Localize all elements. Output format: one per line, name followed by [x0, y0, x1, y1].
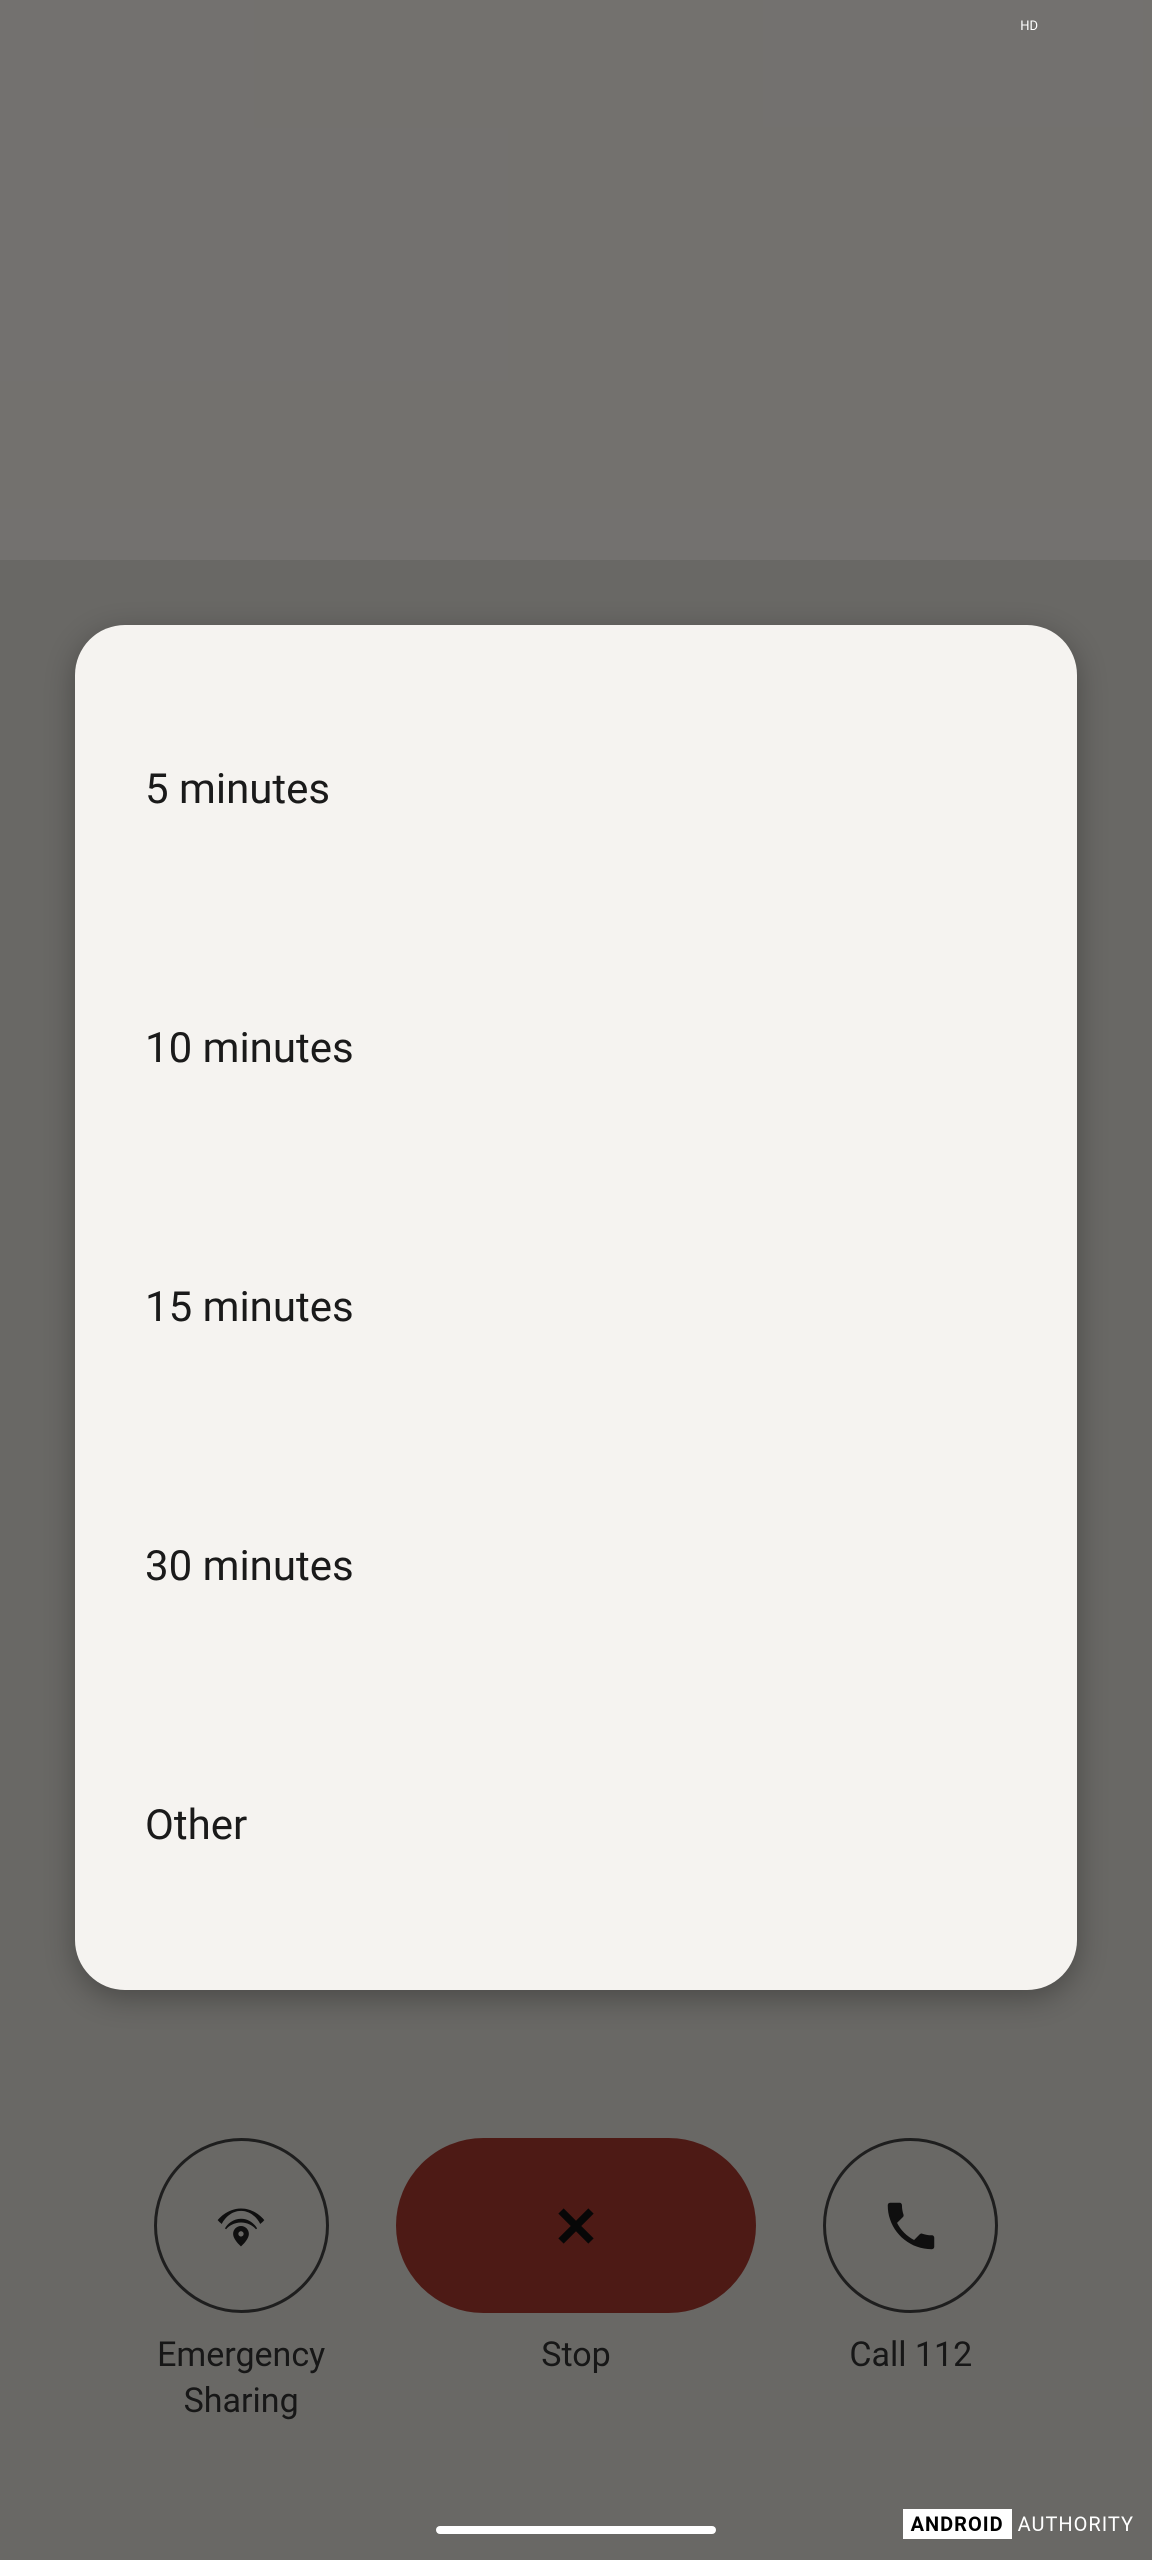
duration-option-other[interactable]: Other	[75, 1751, 1077, 1900]
duration-option-30min[interactable]: 30 minutes	[75, 1492, 1077, 1641]
network-badge: HD	[1020, 19, 1038, 34]
watermark: ANDROIDAUTHORITY	[903, 2512, 1134, 2536]
navigation-handle[interactable]	[436, 2526, 716, 2534]
duration-picker-dialog: 5 minutes 10 minutes 15 minutes 30 minut…	[75, 625, 1077, 1990]
duration-option-15min[interactable]: 15 minutes	[75, 1233, 1077, 1382]
duration-option-5min[interactable]: 5 minutes	[75, 715, 1077, 864]
duration-option-10min[interactable]: 10 minutes	[75, 974, 1077, 1123]
